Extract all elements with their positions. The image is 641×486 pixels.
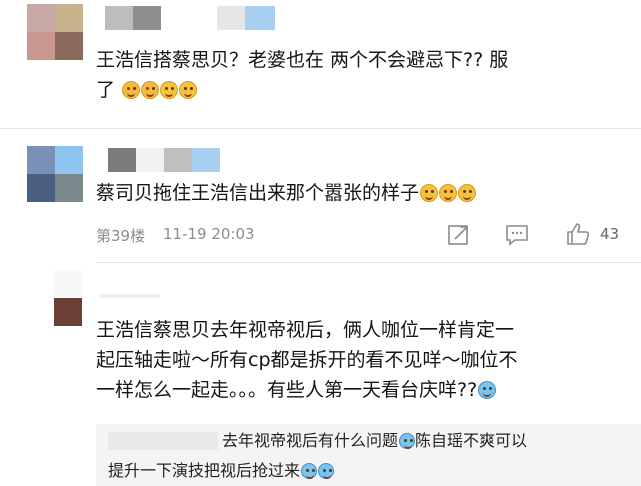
username-1-redacted[interactable] xyxy=(105,6,275,30)
divider-1 xyxy=(0,128,641,129)
comment-3-text-line3-text: 一样怎么一起走。。。有些人第一天看台庆咩?? xyxy=(96,379,478,401)
divider-2 xyxy=(96,262,641,263)
like-count: 43 xyxy=(600,225,620,243)
comment-icon[interactable] xyxy=(505,223,529,247)
laugh-cry-face-icon xyxy=(399,433,416,449)
username-3-redacted[interactable] xyxy=(100,294,160,298)
avatar-2[interactable] xyxy=(27,146,83,202)
smile-face-icon xyxy=(179,81,198,99)
comment-2-floor: 第39楼 xyxy=(96,227,146,245)
comment-3-text-line1: 王浩信蔡思贝去年视帝视后，俩人咖位一样肯定一 xyxy=(96,319,515,341)
comment-1-text-line2: 了 xyxy=(96,77,198,104)
username-2-redacted[interactable] xyxy=(108,148,220,172)
reply-text-line2: 提升一下演技把视后抢过来 xyxy=(108,460,335,482)
reply-text-line1: 去年视帝视后有什么问题 陈自瑶不爽可以 xyxy=(222,430,527,452)
comment-1-text-line1: 王浩信搭蔡思贝？老婆也在 两个不会避忌下?? 服 xyxy=(96,49,509,71)
avatar-1[interactable] xyxy=(27,4,83,60)
laugh-cry-face-icon xyxy=(478,381,497,399)
sweat-smile-face-icon xyxy=(439,184,458,202)
reply-line2: 提升一下演技把视后抢过来 xyxy=(108,461,301,480)
sweat-smile-face-icon xyxy=(420,184,439,202)
comment-1-text-line2-text: 了 xyxy=(96,79,116,101)
reply-username-redacted[interactable] xyxy=(108,432,218,450)
reply-line1b: 陈自瑶不爽可以 xyxy=(415,431,528,450)
blush-face-icon xyxy=(122,81,141,99)
avatar-3[interactable] xyxy=(54,270,82,326)
comment-2-time: 11-19 20:03 xyxy=(163,225,255,243)
laugh-cry-face-icon xyxy=(318,463,335,479)
share-icon[interactable] xyxy=(447,223,471,247)
comment-3-text-line3: 一样怎么一起走。。。有些人第一天看台庆咩?? xyxy=(96,377,497,404)
like-thumb-icon[interactable] xyxy=(565,221,591,247)
reply-box[interactable]: 去年视帝视后有什么问题 陈自瑶不爽可以 提升一下演技把视后抢过来 xyxy=(96,424,641,486)
laugh-cry-face-icon xyxy=(301,463,318,479)
smile-face-icon xyxy=(160,81,179,99)
comment-2-text: 蔡司贝拖住王浩信出来那个嚣张的样子 xyxy=(96,180,477,207)
comment-3-text-line2: 起压轴走啦～所有cp都是拆开的看不见咩～咖位不 xyxy=(96,349,518,371)
comment-2-text-body: 蔡司贝拖住王浩信出来那个嚣张的样子 xyxy=(96,182,420,204)
sweat-smile-face-icon xyxy=(458,184,477,202)
blush-face-icon xyxy=(141,81,160,99)
reply-line1a: 去年视帝视后有什么问题 xyxy=(222,431,399,450)
